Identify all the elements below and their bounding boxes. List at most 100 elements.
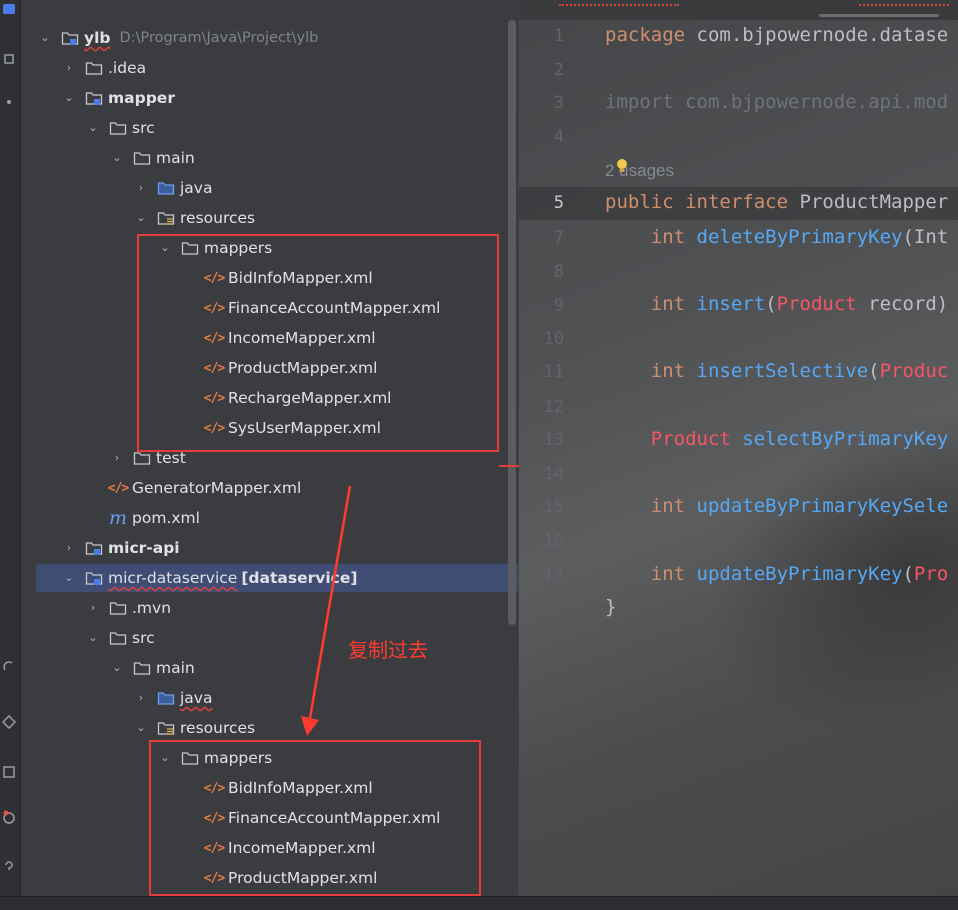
services-tool-icon[interactable] <box>2 660 16 674</box>
code-editor[interactable]: 1 2 3 4 5 7 8 9 10 11 12 13 14 15 16 17 … <box>519 0 958 896</box>
code-text: ( <box>868 360 880 382</box>
line-number: 3 <box>553 93 564 113</box>
commit-tool-icon[interactable] <box>2 52 16 66</box>
folder-icon <box>85 60 103 76</box>
lightbulb-icon[interactable] <box>615 158 629 176</box>
method-name: insertSelective <box>696 360 869 382</box>
line-number: 12 <box>543 397 564 417</box>
tree-node-java[interactable]: › java <box>21 684 518 712</box>
keyword: interface <box>685 191 789 213</box>
method-name: updateByPrimaryKeySele <box>696 495 949 517</box>
line-number: 9 <box>553 296 564 316</box>
tool-window-strip <box>0 0 21 909</box>
chevron-right-icon[interactable]: › <box>111 452 123 464</box>
tree-label: main <box>156 149 195 167</box>
chevron-right-icon[interactable]: › <box>63 542 75 554</box>
tree-node-main[interactable]: ⌄ main <box>21 654 518 682</box>
maven-icon: m <box>108 507 128 529</box>
code-text: record) <box>856 293 949 315</box>
line-number: 10 <box>543 329 564 349</box>
code-line: } <box>605 596 616 618</box>
chevron-down-icon[interactable]: ⌄ <box>87 122 99 134</box>
keyword: import <box>605 91 674 113</box>
tree-node-micr-dataservice[interactable]: ⌄ micr-dataservice [dataservice] <box>36 564 518 592</box>
chevron-down-icon[interactable]: ⌄ <box>87 632 99 644</box>
code-line: int insert(Product record) <box>605 293 948 315</box>
xml-file-icon: </> <box>107 480 129 496</box>
module-folder-icon <box>85 540 103 556</box>
type-name: Produc <box>879 360 949 382</box>
terminal-tool-icon[interactable] <box>2 765 16 779</box>
code-line: int updateByPrimaryKey(Pro <box>605 563 948 585</box>
tree-node-resources[interactable]: ⌄ resources <box>21 714 518 742</box>
type-name: Product <box>650 428 731 450</box>
tree-label: micr-api <box>108 539 180 557</box>
tree-label: java <box>180 179 213 197</box>
chevron-right-icon[interactable]: › <box>135 692 147 704</box>
method-name: updateByPrimaryKey <box>696 563 903 585</box>
code-line: Product selectByPrimaryKey <box>605 428 948 450</box>
tree-node-resources[interactable]: ⌄ resources <box>21 204 518 232</box>
chevron-right-icon[interactable]: › <box>87 602 99 614</box>
code-text: com.bjpowernode.datase <box>685 24 949 46</box>
line-number: 8 <box>553 262 564 282</box>
tree-label: resources <box>180 719 256 737</box>
tree-label: src <box>132 119 155 137</box>
tree-node-idea[interactable]: › .idea <box>21 54 518 82</box>
git-tool-icon[interactable] <box>1 714 17 730</box>
chevron-down-icon[interactable]: ⌄ <box>39 32 51 44</box>
tree-node-main[interactable]: ⌄ main <box>21 144 518 172</box>
tree-node-ylb[interactable]: ⌄ ylb D:\Program\Java\Project\ylb <box>21 24 518 52</box>
annotation-label: 复制过去 <box>348 638 428 662</box>
method-name: deleteByPrimaryKey <box>696 226 903 248</box>
tree-node-src[interactable]: ⌄ src <box>21 624 518 652</box>
project-tool-icon[interactable] <box>2 2 16 16</box>
keyword: public <box>605 191 674 213</box>
line-number: 13 <box>543 430 564 450</box>
line-number: 16 <box>543 531 564 551</box>
tree-label: .mvn <box>132 599 172 617</box>
keyword: int <box>650 226 686 248</box>
resources-folder-icon <box>157 720 175 736</box>
chevron-right-icon[interactable]: › <box>63 62 75 74</box>
line-number: 14 <box>543 464 564 484</box>
module-folder-icon <box>85 90 103 106</box>
code-line: public interface ProductMapper <box>605 191 948 213</box>
chevron-down-icon[interactable]: ⌄ <box>111 662 123 674</box>
tree-label: mapper <box>108 89 175 107</box>
tree-node-src[interactable]: ⌄ src <box>21 114 518 142</box>
code-text: ( <box>765 293 777 315</box>
resources-folder-icon <box>157 210 175 226</box>
line-number: 5 <box>553 193 564 213</box>
line-number: 15 <box>543 497 564 517</box>
chevron-down-icon[interactable]: ⌄ <box>111 152 123 164</box>
keyword: int <box>650 495 686 517</box>
chevron-down-icon[interactable]: ⌄ <box>135 212 147 224</box>
chevron-down-icon[interactable]: ⌄ <box>63 92 75 104</box>
problems-tool-icon[interactable] <box>2 810 16 824</box>
code-line: package com.bjpowernode.datase <box>605 24 948 46</box>
more-tools-icon[interactable] <box>2 95 16 109</box>
tree-scrollbar[interactable] <box>508 20 516 625</box>
tree-file-generator[interactable]: </> GeneratorMapper.xml <box>21 474 518 502</box>
tree-node-micr-api[interactable]: › micr-api <box>21 534 518 562</box>
type-name: Pro <box>913 563 949 585</box>
keyword: int <box>650 293 686 315</box>
tree-node-mvn[interactable]: › .mvn <box>21 594 518 622</box>
chevron-right-icon[interactable]: › <box>135 182 147 194</box>
chevron-down-icon[interactable]: ⌄ <box>135 722 147 734</box>
code-line: int deleteByPrimaryKey(Int <box>605 226 948 248</box>
module-folder-icon <box>85 570 103 586</box>
tree-node-java[interactable]: › java <box>21 174 518 202</box>
tree-node-mapper[interactable]: ⌄ mapper <box>21 84 518 112</box>
help-tool-icon[interactable] <box>2 860 16 874</box>
source-folder-icon <box>157 180 175 196</box>
chevron-down-icon[interactable]: ⌄ <box>63 572 75 584</box>
tab-error-marker <box>859 0 949 6</box>
tree-file-pom[interactable]: m pom.xml <box>21 504 518 532</box>
tree-label: main <box>156 659 195 677</box>
module-folder-icon <box>61 30 79 46</box>
code-line: int updateByPrimaryKeySele <box>605 495 948 517</box>
keyword: int <box>650 360 686 382</box>
line-number: 11 <box>543 362 564 382</box>
